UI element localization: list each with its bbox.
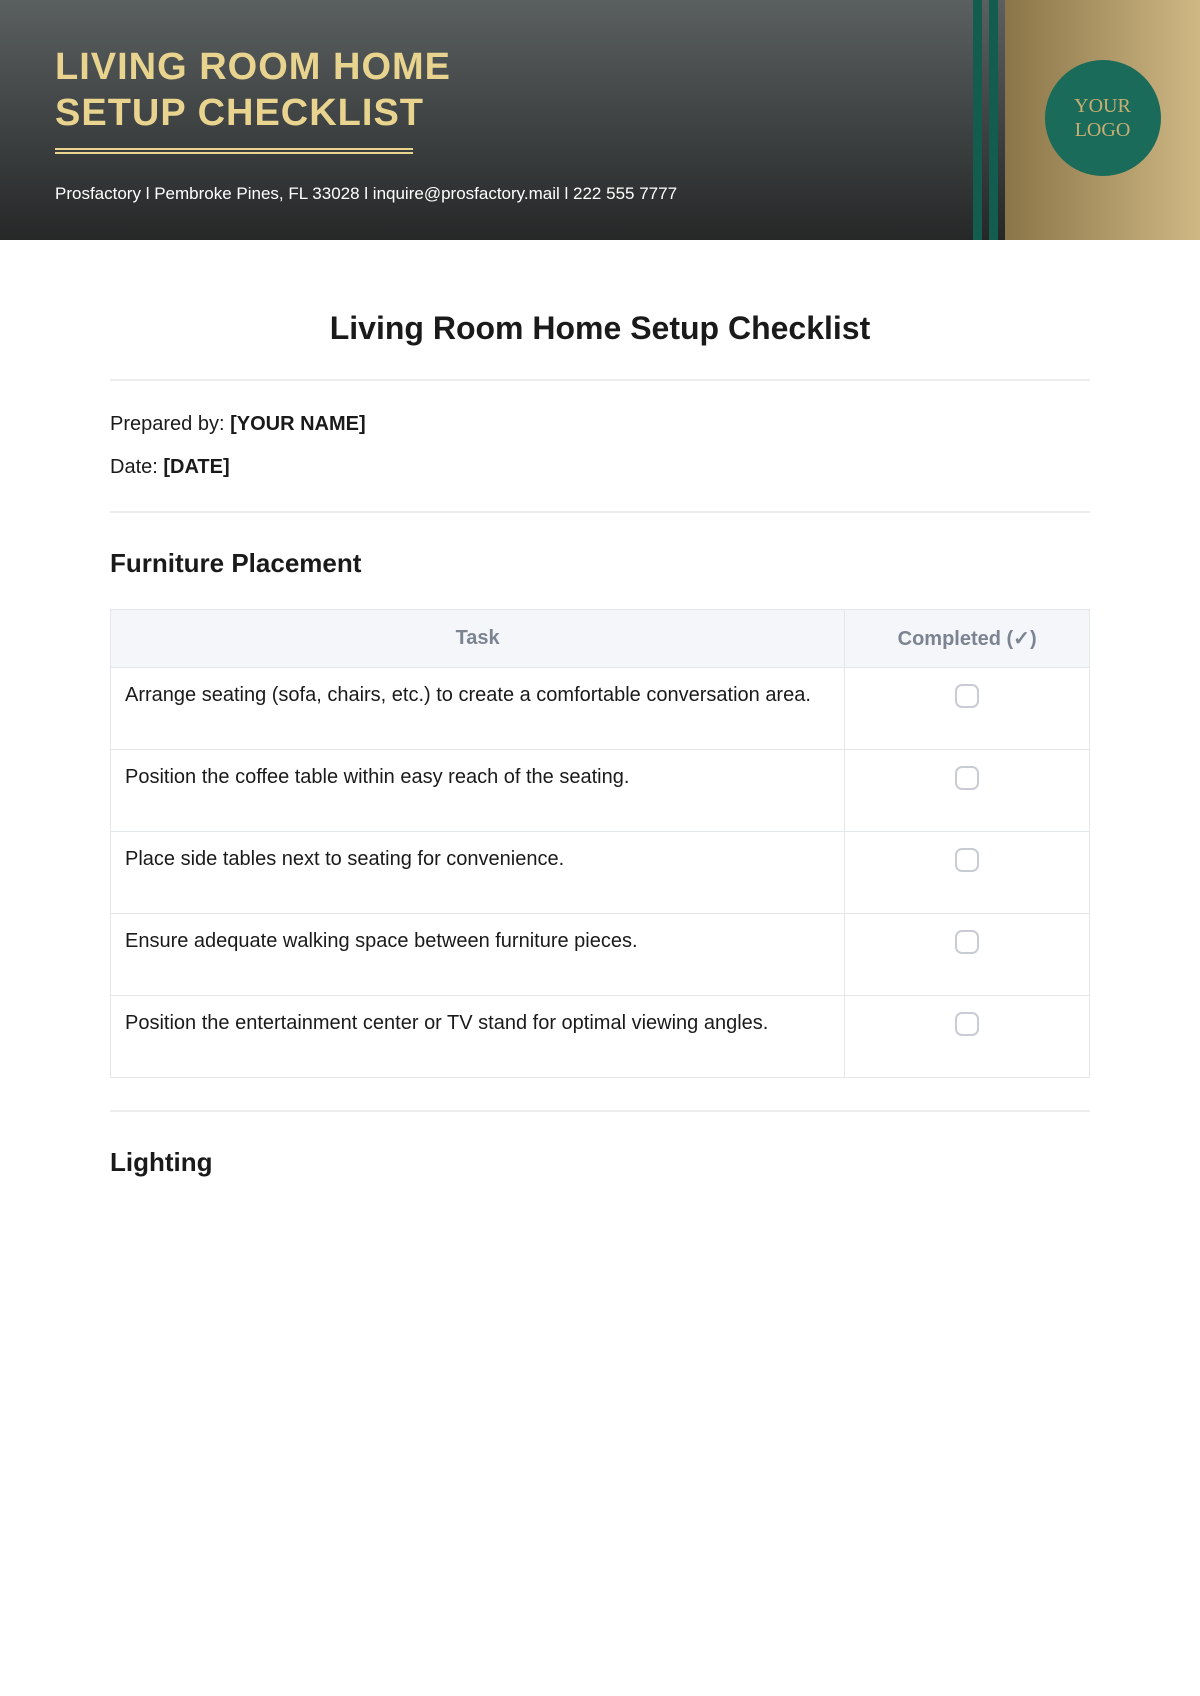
table-row: Place side tables next to seating for co… xyxy=(111,832,1090,914)
checkbox[interactable] xyxy=(955,766,979,790)
table-row: Ensure adequate walking space between fu… xyxy=(111,914,1090,996)
table-row: Position the coffee table within easy re… xyxy=(111,750,1090,832)
header-main: LIVING ROOM HOME SETUP CHECKLIST Prosfac… xyxy=(0,0,973,240)
header-right-stripes: YOUR LOGO xyxy=(973,0,1200,240)
header-banner: LIVING ROOM HOME SETUP CHECKLIST Prosfac… xyxy=(0,0,1200,240)
task-cell: Position the entertainment center or TV … xyxy=(111,996,845,1078)
task-cell: Arrange seating (sofa, chairs, etc.) to … xyxy=(111,668,845,750)
date-value: [DATE] xyxy=(163,456,229,478)
header-double-rule xyxy=(55,148,413,154)
checkbox[interactable] xyxy=(955,930,979,954)
logo-circle: YOUR LOGO xyxy=(1045,60,1161,176)
header-title-line2: SETUP CHECKLIST xyxy=(55,92,424,134)
task-cell: Place side tables next to seating for co… xyxy=(111,832,845,914)
furniture-table: Task Completed (✓) Arrange seating (sofa… xyxy=(110,609,1090,1078)
gold-panel: YOUR LOGO xyxy=(1005,0,1200,240)
prepared-by-value: [YOUR NAME] xyxy=(230,413,366,435)
col-header-task: Task xyxy=(111,610,845,668)
stripe-teal-2 xyxy=(989,0,998,240)
checkbox[interactable] xyxy=(955,684,979,708)
document-content: Living Room Home Setup Checklist Prepare… xyxy=(0,240,1200,1178)
header-title-line1: LIVING ROOM HOME xyxy=(55,46,451,88)
divider xyxy=(110,379,1090,381)
completed-cell xyxy=(845,750,1090,832)
document-title: Living Room Home Setup Checklist xyxy=(110,310,1090,347)
checkbox[interactable] xyxy=(955,848,979,872)
completed-cell xyxy=(845,668,1090,750)
completed-cell xyxy=(845,996,1090,1078)
completed-cell xyxy=(845,832,1090,914)
date-row: Date: [DATE] xyxy=(110,456,1090,479)
section-title-furniture: Furniture Placement xyxy=(110,548,1090,579)
header-contact-info: Prosfactory l Pembroke Pines, FL 33028 l… xyxy=(55,184,918,204)
header-title: LIVING ROOM HOME SETUP CHECKLIST xyxy=(55,45,918,136)
section-title-lighting: Lighting xyxy=(110,1147,1090,1178)
col-header-completed: Completed (✓) xyxy=(845,610,1090,668)
logo-text-line1: YOUR xyxy=(1074,94,1131,118)
table-row: Position the entertainment center or TV … xyxy=(111,996,1090,1078)
date-label: Date: xyxy=(110,456,163,478)
stripe-teal-1 xyxy=(973,0,982,240)
prepared-by-row: Prepared by: [YOUR NAME] xyxy=(110,413,1090,436)
table-row: Arrange seating (sofa, chairs, etc.) to … xyxy=(111,668,1090,750)
checkbox[interactable] xyxy=(955,1012,979,1036)
task-cell: Position the coffee table within easy re… xyxy=(111,750,845,832)
divider xyxy=(110,1110,1090,1112)
divider xyxy=(110,511,1090,513)
task-cell: Ensure adequate walking space between fu… xyxy=(111,914,845,996)
logo-text-line2: LOGO xyxy=(1075,118,1131,142)
prepared-by-label: Prepared by: xyxy=(110,413,230,435)
completed-cell xyxy=(845,914,1090,996)
